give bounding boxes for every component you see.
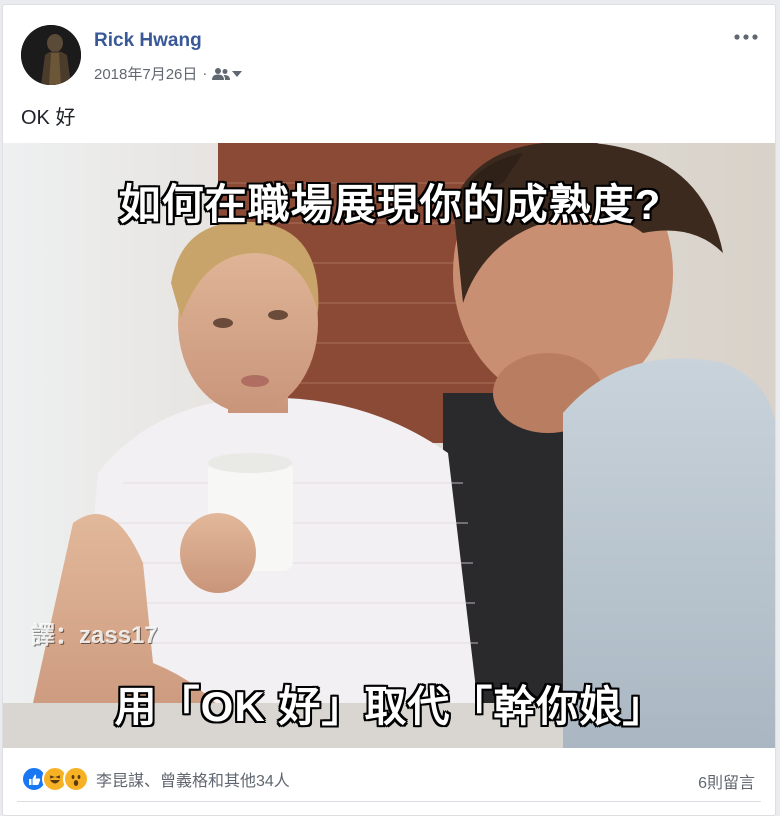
caption-top: 如何在職場展現你的成熟度? [118, 181, 662, 228]
ellipsis-icon [734, 34, 758, 40]
avatar[interactable] [21, 25, 81, 85]
audience-selector[interactable] [212, 67, 243, 81]
friends-icon [212, 67, 231, 80]
reactions-summary[interactable]: 李昆謀、曾義格和其他34人 [21, 766, 290, 792]
post-photo[interactable]: 如何在職場展現你的成熟度? 譯：zass17 用「OK 好」取代「幹你娘」 [3, 143, 775, 748]
chevron-down-icon [232, 70, 243, 77]
more-options-button[interactable] [731, 27, 761, 47]
wow-icon [63, 766, 89, 792]
post-date[interactable]: 2018年7月26日 [94, 63, 197, 84]
post-footer: 李昆謀、曾義格和其他34人 6則留言 [3, 748, 775, 808]
footer-divider [17, 801, 761, 802]
reaction-names[interactable]: 李昆謀、曾義格和其他34人 [96, 767, 290, 791]
avatar-image [21, 25, 81, 85]
photo-scene [3, 143, 775, 748]
post-meta: 2018年7月26日 · [94, 63, 243, 84]
photo-credit: 譯：zass17 [31, 622, 158, 649]
author-name-link[interactable]: Rick Hwang [94, 30, 202, 52]
post-text: OK 好 [21, 107, 76, 129]
comments-count-link[interactable]: 6則留言 [698, 769, 755, 793]
meta-separator: · [202, 65, 208, 82]
post-header: Rick Hwang 2018年7月26日 · [3, 5, 775, 95]
caption-bottom: 用「OK 好」取代「幹你娘」 [114, 683, 666, 730]
post-card: Rick Hwang 2018年7月26日 · OK 好 如何在職場展現你的成熟… [2, 4, 776, 816]
